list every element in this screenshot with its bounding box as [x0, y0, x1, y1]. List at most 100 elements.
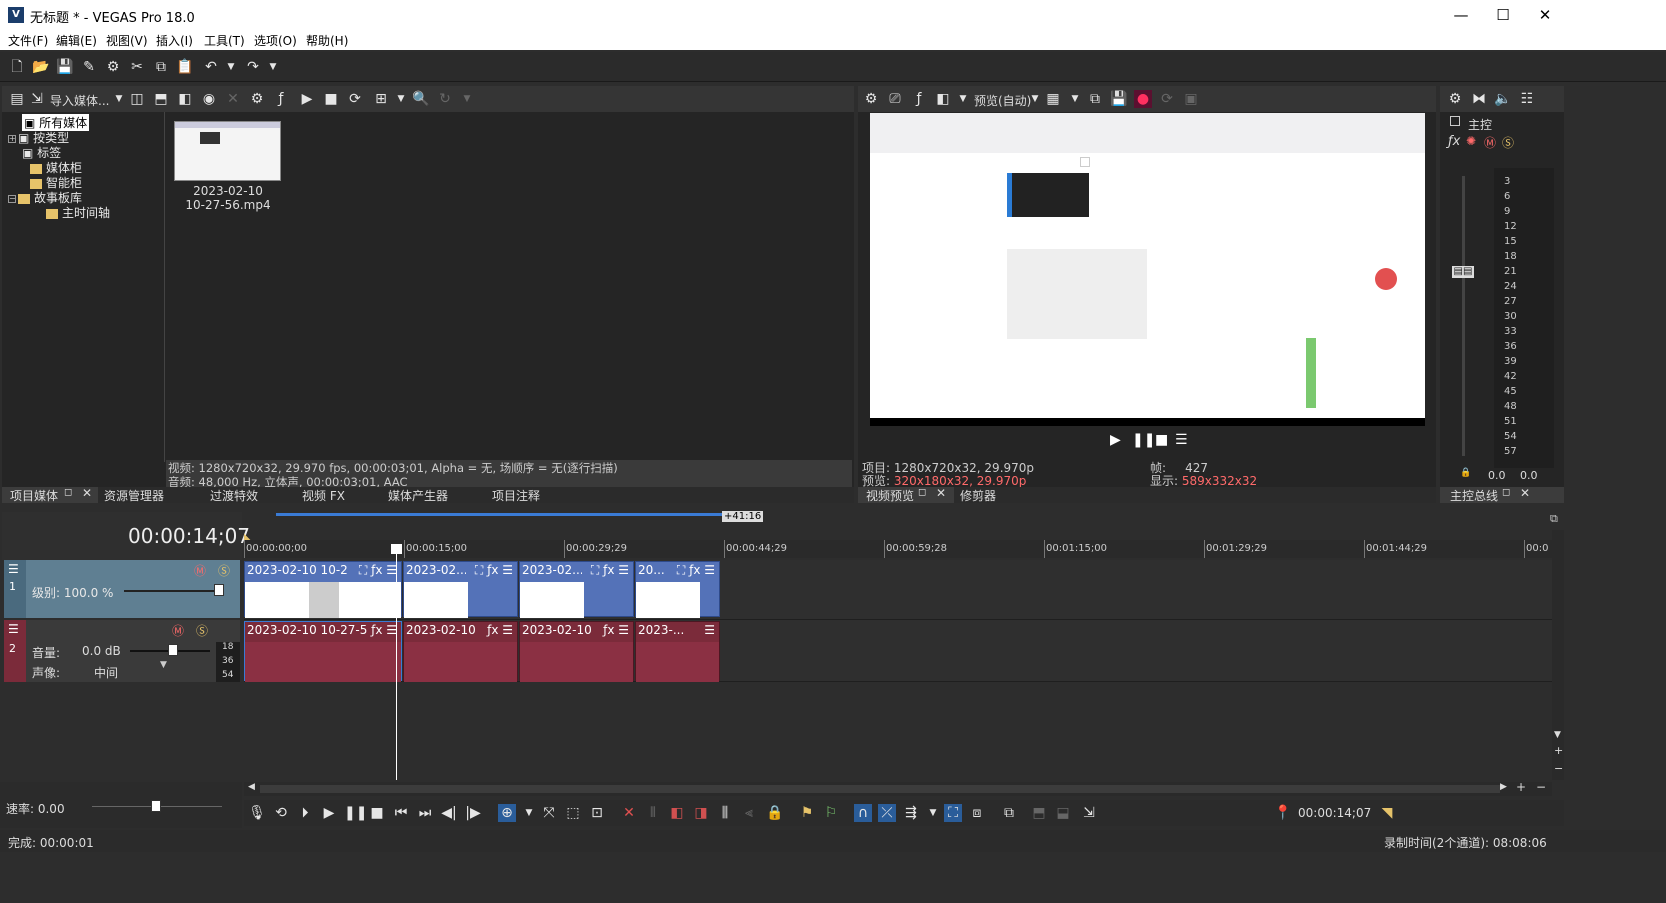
import-dropdown-icon[interactable]: ▼: [110, 90, 128, 108]
disabled-tool-icon[interactable]: ⟳: [1158, 90, 1176, 108]
scroll-right-icon[interactable]: ▶: [1500, 782, 1507, 792]
undock-icon[interactable]: ◻: [1502, 487, 1510, 498]
cursor-marker-icon[interactable]: 📍: [1274, 804, 1292, 822]
close-tab-icon[interactable]: ✕: [936, 486, 946, 500]
refresh-icon[interactable]: ↻: [436, 90, 454, 108]
audio-clip[interactable]: 2023-02-10 10-27-56 ƒx ☰: [244, 621, 402, 682]
edit-tool-dropdown-icon[interactable]: ▼: [520, 804, 538, 822]
track-solo-icon[interactable]: Ⓢ: [218, 562, 230, 579]
clip-icons[interactable]: ƒx ☰: [371, 623, 397, 637]
clip-icons[interactable]: ⛶ ƒx ☰: [475, 563, 513, 578]
auto-crossfade-icon[interactable]: ⤫: [878, 804, 896, 822]
import-media-icon[interactable]: ⇲: [28, 90, 46, 108]
preview-menu-icon[interactable]: ☰: [1175, 432, 1188, 448]
insert-region-icon[interactable]: ⚐: [822, 804, 840, 822]
preview-properties-icon[interactable]: ⚙: [862, 90, 880, 108]
save-snapshot-icon[interactable]: 💾: [1110, 90, 1128, 108]
video-track-header[interactable]: ☰ 1 Ⓜ Ⓢ 级别: 100.0 %: [4, 560, 240, 618]
zoom-out-vertical-icon[interactable]: −: [1554, 762, 1563, 775]
zoom-in-icon[interactable]: +: [1516, 780, 1526, 794]
preview-play-icon[interactable]: ▶: [1110, 432, 1121, 448]
tab-project-notes[interactable]: 项目注释: [492, 487, 540, 504]
disabled-tool2-icon[interactable]: ▣: [1182, 90, 1200, 108]
timeline-corner-icon[interactable]: ⧉: [1550, 512, 1558, 526]
video-clip[interactable]: 2023-02-10 10-2... ⛶ ƒx ☰: [244, 561, 402, 618]
play-icon[interactable]: ▶: [320, 804, 338, 822]
video-clip[interactable]: 20... ⛶ ƒx ☰: [635, 561, 720, 618]
track-menu-icon[interactable]: ☰: [8, 562, 19, 576]
tab-media-generators[interactable]: 媒体产生器: [388, 487, 448, 504]
overlays-grid-icon[interactable]: ▦: [1044, 90, 1062, 108]
video-clip[interactable]: 2023-02... ⛶ ƒx ☰: [519, 561, 634, 618]
overlays-dropdown-icon[interactable]: ▼: [1066, 90, 1084, 108]
menu-tools[interactable]: 工具(T): [204, 32, 245, 49]
menu-edit[interactable]: 编辑(E): [56, 32, 97, 49]
open-folder-icon[interactable]: 📂: [32, 58, 50, 76]
menu-view[interactable]: 视图(V): [106, 32, 148, 49]
split-icon[interactable]: ⫼: [716, 804, 734, 822]
track-solo-icon[interactable]: Ⓢ: [196, 622, 208, 639]
cut-icon[interactable]: ✂: [128, 58, 146, 76]
search-media-icon[interactable]: 🔍: [412, 90, 430, 108]
remove-media-icon[interactable]: ✕: [224, 90, 242, 108]
menu-options[interactable]: 选项(O): [254, 32, 297, 49]
master-fx-icon[interactable]: ƒx: [1448, 134, 1460, 149]
trim-end-icon[interactable]: ◨: [692, 804, 710, 822]
timeline-vertical-scrollbar[interactable]: ▼ + −: [1552, 530, 1564, 780]
tab-video-fx[interactable]: 视频 FX: [302, 487, 345, 504]
zoom-out-icon[interactable]: −: [1536, 780, 1546, 794]
pan-slider-handle[interactable]: ▼: [160, 660, 167, 670]
new-file-icon[interactable]: 🗋: [8, 58, 26, 76]
quality-dropdown-icon[interactable]: ▼: [1026, 90, 1044, 108]
tree-item-main-timeline[interactable]: 主时间轴: [46, 204, 110, 221]
refresh-dropdown-icon[interactable]: ▼: [458, 90, 476, 108]
preview-pause-icon[interactable]: ❚❚: [1132, 432, 1155, 448]
scroll-left-icon[interactable]: ◀: [248, 782, 255, 792]
record-mic-icon[interactable]: 🎙: [248, 804, 266, 822]
playhead-cursor[interactable]: [396, 546, 397, 780]
zoom-tool-icon[interactable]: ⊡: [588, 804, 606, 822]
previous-frame-icon[interactable]: ◀|: [440, 804, 458, 822]
media-thumbnail[interactable]: [174, 121, 281, 181]
join-icon[interactable]: ⫷: [740, 804, 758, 822]
external-monitor-icon[interactable]: ⎚: [886, 90, 904, 108]
pause-icon[interactable]: ❚❚: [344, 804, 367, 822]
media-properties-icon[interactable]: ⚙: [248, 90, 266, 108]
capture-icon[interactable]: ◫: [128, 90, 146, 108]
loop-region-bar[interactable]: [276, 513, 722, 516]
ignore-grouping-icon[interactable]: ⧈: [968, 804, 986, 822]
play-from-start-icon[interactable]: ⏵: [296, 804, 314, 822]
import-media-button[interactable]: 导入媒体...: [50, 92, 109, 109]
close-tab-icon[interactable]: ✕: [1520, 486, 1530, 500]
go-to-end-icon[interactable]: ⏭: [416, 804, 434, 822]
get-media-icon[interactable]: ⬒: [152, 90, 170, 108]
trim-start-icon[interactable]: ◧: [668, 804, 686, 822]
envelope-tool-icon[interactable]: ⤧: [540, 804, 558, 822]
copy-snapshot-icon[interactable]: ⧉: [1086, 90, 1104, 108]
undo-dropdown-icon[interactable]: ▼: [222, 58, 240, 76]
master-lock-icon[interactable]: 🔒: [1460, 468, 1471, 478]
stop-icon[interactable]: ■: [368, 804, 386, 822]
master-automation-icon[interactable]: ✺: [1466, 134, 1476, 148]
collapse-icon[interactable]: −: [8, 194, 16, 203]
multicam-icon[interactable]: ⧉: [1000, 804, 1018, 822]
motion-tracking-icon[interactable]: ⇲: [1080, 804, 1098, 822]
preview-fx-icon[interactable]: ƒ: [910, 90, 928, 108]
split-screen-icon[interactable]: ◧: [934, 90, 952, 108]
save-icon[interactable]: 💾: [56, 58, 74, 76]
zoom-in-vertical-icon[interactable]: +: [1554, 744, 1563, 757]
master-fader-handle[interactable]: ▤▤: [1452, 266, 1474, 278]
audio-track-header[interactable]: ☰ 2 Ⓜ Ⓢ 音量: 0.0 dB 声像: 中间 ▼ 18 36 54: [4, 620, 240, 682]
scroll-down-icon[interactable]: ▼: [1554, 730, 1561, 740]
redo-dropdown-icon[interactable]: ▼: [264, 58, 282, 76]
clip-icons[interactable]: ⛶ ƒx ☰: [677, 563, 715, 578]
stop-media-icon[interactable]: ■: [322, 90, 340, 108]
video-clip[interactable]: 2023-02... ⛶ ƒx ☰: [403, 561, 518, 618]
clip-icons[interactable]: ⛶ ƒx ☰: [591, 563, 629, 578]
track-mute-icon[interactable]: Ⓜ: [194, 562, 206, 579]
volume-slider-handle[interactable]: [168, 644, 178, 656]
copy-icon[interactable]: ⧉: [152, 58, 170, 76]
timeline-ruler[interactable]: 00:00:00;00 00:00:15;00 00:00:29;29 00:0…: [244, 540, 1552, 558]
clip-icons[interactable]: ƒx ☰: [603, 623, 629, 637]
timeline-horizontal-scrollbar[interactable]: ◀ ▶ + −: [244, 780, 1552, 796]
